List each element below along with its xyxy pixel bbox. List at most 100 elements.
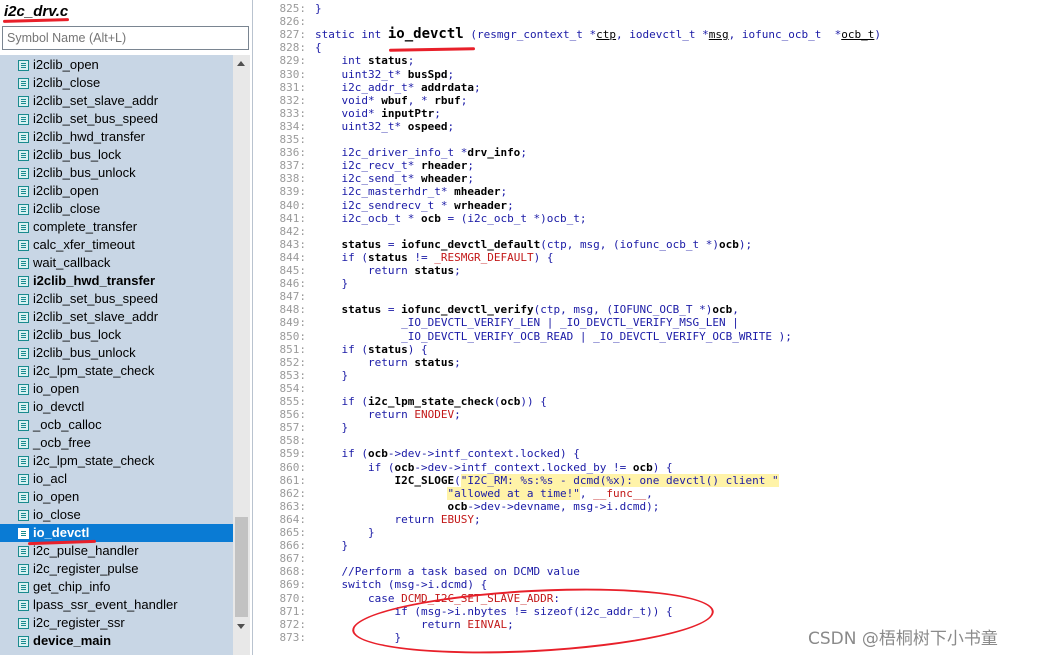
symbol-list-item[interactable]: complete_transfer [0, 218, 233, 236]
symbol-list-item[interactable]: i2clib_hwd_transfer [0, 128, 233, 146]
symbol-list-item[interactable]: i2c_lpm_state_check [0, 452, 233, 470]
symbol-label: io_open [33, 489, 80, 504]
symbol-label: i2clib_bus_lock [33, 327, 122, 342]
symbol-list-item[interactable]: lpass_ssr_event_handler [0, 596, 233, 614]
code-line: 845: return status; [254, 264, 1037, 277]
line-number: 832: [279, 93, 307, 107]
symbol-list-item[interactable]: i2clib_set_slave_addr [0, 92, 233, 110]
code-text: i2c_ocb_t * ocb = (i2c_ocb_t *)ocb_t; [315, 211, 587, 225]
symbol-list-item[interactable]: io_open [0, 380, 233, 398]
symbol-label: i2clib_set_slave_addr [33, 93, 159, 108]
function-symbol-icon [18, 528, 29, 539]
symbol-list-item[interactable]: i2clib_bus_lock [0, 326, 233, 344]
code-text: return status; [315, 355, 461, 369]
symbol-list-item[interactable]: calc_xfer_timeout [0, 236, 233, 254]
code-line: 849: _IO_DEVCTL_VERIFY_LEN | _IO_DEVCTL_… [254, 316, 1037, 329]
symbol-list-item[interactable]: i2clib_bus_unlock [0, 164, 233, 182]
symbol-label: i2clib_open [33, 183, 99, 198]
symbol-list-item[interactable]: i2clib_close [0, 74, 233, 92]
function-symbol-icon [18, 96, 29, 107]
symbol-list-scrollbar[interactable] [233, 55, 250, 655]
code-line: 861: I2C_SLOGE("I2C_RM: %s:%s - dcmd(%x)… [254, 473, 1037, 487]
symbol-search-input[interactable] [2, 26, 249, 50]
code-line: 867: [254, 552, 1037, 565]
symbol-list-item[interactable]: io_open [0, 488, 233, 506]
symbol-list-item[interactable]: i2c_lpm_state_check [0, 362, 233, 380]
symbol-label: i2clib_set_bus_speed [33, 291, 159, 306]
line-number: 869: [279, 578, 307, 592]
line-number: 871: [279, 604, 307, 618]
symbol-list-item[interactable]: i2c_register_ssr [0, 614, 233, 632]
line-number: 838: [279, 172, 307, 186]
code-text: if (i2c_lpm_state_check(ocb)) { [315, 395, 547, 408]
function-symbol-icon [18, 384, 29, 395]
code-text: "allowed at a time!", __func__, [447, 486, 653, 500]
symbol-list-item[interactable]: device_main [0, 632, 233, 650]
line-number: 870: [279, 591, 307, 605]
code-line: 850: _IO_DEVCTL_VERIFY_OCB_READ | _IO_DE… [254, 330, 1037, 343]
line-number: 850: [279, 329, 307, 343]
code-line: 863: ocb->dev->devname, msg->i.dcmd); [254, 500, 1037, 513]
scroll-thumb[interactable] [235, 517, 248, 617]
symbol-list-item[interactable]: i2c_register_pulse [0, 560, 233, 578]
function-symbol-icon [18, 132, 29, 143]
code-text: } [315, 421, 349, 435]
function-symbol-icon [18, 60, 29, 71]
function-symbol-icon [18, 330, 29, 341]
symbol-list-item[interactable]: io_devctl [0, 398, 233, 416]
symbol-list-item[interactable]: io_close [0, 506, 233, 524]
code-editor[interactable]: 825:} 826: 827: static int io_devctl (resmg… [254, 0, 1037, 655]
code-text: i2c_sendrecv_t * wrheader; [315, 198, 514, 212]
scroll-up-arrow-icon[interactable] [233, 55, 250, 72]
symbol-label: i2clib_hwd_transfer [33, 129, 146, 144]
symbol-label: i2c_register_ssr [33, 615, 125, 630]
line-number: 829: [279, 54, 307, 68]
code-text: return status; [315, 264, 461, 277]
function-symbol-icon [18, 600, 29, 611]
symbol-list-item[interactable]: i2clib_open [0, 56, 233, 74]
code-text: return EBUSY; [315, 512, 481, 526]
symbol-list-item[interactable]: i2clib_bus_lock [0, 146, 233, 164]
line-number: 840: [279, 198, 307, 212]
code-line: 855: if (i2c_lpm_state_check(ocb)) { [254, 395, 1037, 408]
symbol-label: _ocb_calloc [33, 417, 102, 432]
symbol-list-item[interactable]: i2clib_hwd_transfer [0, 272, 233, 290]
code-line: 847: [254, 290, 1037, 303]
code-line: 856: return ENODEV; [254, 408, 1037, 421]
line-number: 827: [279, 28, 307, 42]
symbol-label: i2clib_bus_unlock [33, 345, 136, 360]
symbol-list-item[interactable]: io_devctl [0, 524, 233, 542]
symbol-list-item[interactable]: i2clib_set_slave_addr [0, 308, 233, 326]
symbol-list-item[interactable]: io_acl [0, 470, 233, 488]
line-number: 831: [279, 80, 307, 94]
line-number: 872: [279, 617, 307, 631]
symbol-list-item[interactable]: get_chip_info [0, 578, 233, 596]
line-number: 837: [279, 159, 307, 173]
symbol-list-item[interactable]: i2clib_bus_unlock [0, 344, 233, 362]
symbol-list-item[interactable]: _ocb_calloc [0, 416, 233, 434]
line-number: 852: [279, 355, 307, 369]
symbol-label: i2clib_set_bus_speed [33, 111, 159, 126]
symbol-label: io_close [33, 507, 81, 522]
code-line: 866: } [254, 539, 1037, 552]
symbol-label: i2clib_bus_lock [33, 147, 122, 162]
code-text: status = iofunc_devctl_verify(ctp, msg, … [341, 303, 739, 317]
symbol-list-item[interactable]: wait_callback [0, 254, 233, 272]
code-line: 833: void* inputPtr; [254, 107, 1037, 120]
function-symbol-icon [18, 258, 29, 269]
symbol-list-item[interactable]: i2clib_set_bus_speed [0, 290, 233, 308]
scroll-down-arrow-icon[interactable] [233, 618, 250, 635]
symbol-list-item[interactable]: _ocb_free [0, 434, 233, 452]
line-number: 849: [279, 316, 307, 330]
function-symbol-icon [18, 294, 29, 305]
code-line: 868: //Perform a task based on DCMD valu… [254, 565, 1037, 578]
code-text: if (status != _RESMGR_DEFAULT) { [315, 250, 554, 264]
symbol-list-item[interactable]: i2clib_open [0, 182, 233, 200]
symbol-list-item[interactable]: i2clib_close [0, 200, 233, 218]
function-symbol-icon [18, 312, 29, 323]
line-number: 865: [279, 526, 307, 539]
symbol-list-item[interactable]: i2clib_set_bus_speed [0, 110, 233, 128]
code-text: void* wbuf, * rbuf; [315, 93, 468, 107]
code-line: 848: status = iofunc_devctl_verify(ctp, … [254, 303, 1037, 316]
line-number: 836: [279, 146, 307, 160]
